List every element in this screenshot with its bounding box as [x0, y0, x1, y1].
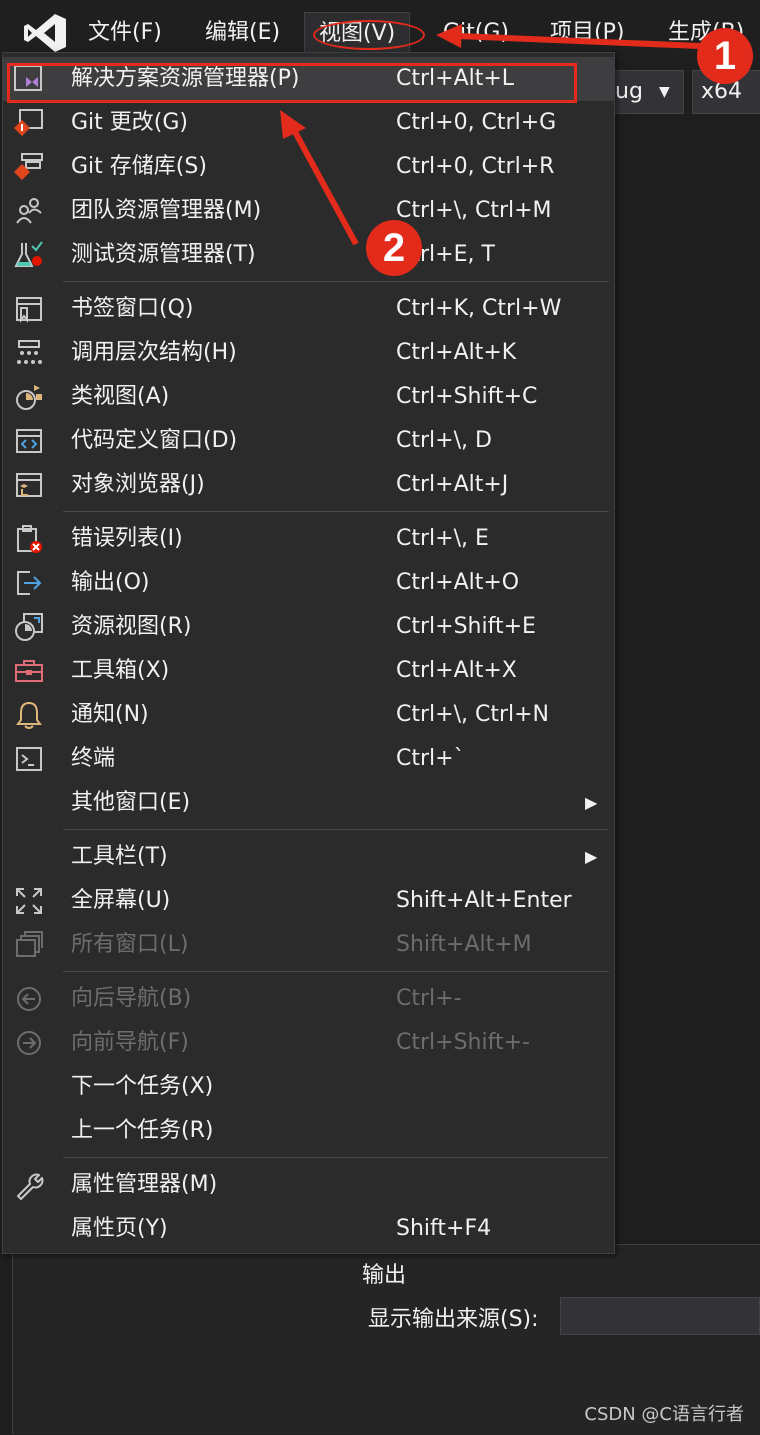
watermark: CSDN @C语言行者 [584, 1404, 744, 1425]
menu-item-property-manager[interactable]: 属性管理器(M) [3, 1163, 614, 1207]
menu-item-label: 工具栏(T) [71, 844, 168, 869]
wrench-icon [13, 1169, 45, 1201]
menu-item-label: 所有窗口(L) [71, 932, 189, 957]
menu-item-other-windows[interactable]: 其他窗口(E) ▶ [3, 781, 614, 825]
menu-item-code-definition[interactable]: 代码定义窗口(D) Ctrl+\, D [3, 419, 614, 463]
menu-item-property-pages[interactable]: 属性页(Y) Shift+F4 [3, 1207, 614, 1251]
object-browser-icon [13, 469, 45, 501]
step-badge-2: 2 [366, 220, 422, 276]
menu-item-shortcut: Ctrl+Alt+K [396, 340, 517, 365]
menu-item-label: 资源视图(R) [71, 614, 192, 639]
menu-separator [63, 971, 609, 972]
menu-item-label: 类视图(A) [71, 384, 170, 409]
menu-item-shortcut: Ctrl+Shift+C [396, 384, 538, 409]
menu-item-label: 全屏幕(U) [71, 888, 171, 913]
output-source-label: 显示输出来源(S): [368, 1307, 539, 1332]
call-hierarchy-icon [13, 337, 45, 369]
menu-item-shortcut: Shift+F4 [396, 1216, 492, 1241]
menu-item-full-screen[interactable]: 全屏幕(U) Shift+Alt+Enter [3, 879, 614, 923]
menu-item-shortcut: Ctrl+- [396, 986, 462, 1011]
arrow-to-view-menu [436, 24, 701, 49]
menu-item-label: 错误列表(I) [71, 526, 183, 551]
resource-view-icon [13, 611, 45, 643]
menu-item-label: 其他窗口(E) [71, 790, 191, 815]
menu-item-resource-view[interactable]: 资源视图(R) Ctrl+Shift+E [3, 605, 614, 649]
menu-item-shortcut: Ctrl+Alt+X [396, 658, 517, 683]
menu-item-shortcut: Ctrl+Alt+O [396, 570, 520, 595]
menu-item-label: 通知(N) [71, 702, 149, 727]
menu-item-toolbox[interactable]: 工具箱(X) Ctrl+Alt+X [3, 649, 614, 693]
error-list-icon [13, 523, 45, 555]
menu-item-navigate-back: 向后导航(B) Ctrl+- [3, 977, 614, 1021]
submenu-arrow-icon: ▶ [585, 793, 598, 812]
code-definition-icon [13, 425, 45, 457]
menu-item-class-view[interactable]: 类视图(A) Ctrl+Shift+C [3, 375, 614, 419]
step-badge-1: 1 [697, 28, 753, 84]
menu-item-shortcut: Ctrl+\, E [396, 526, 489, 551]
menu-separator [63, 829, 609, 830]
all-windows-icon [13, 929, 45, 961]
menu-item-shortcut: Shift+Alt+M [396, 932, 532, 957]
menu-item-shortcut: Ctrl+Shift+E [396, 614, 536, 639]
menu-item-shortcut: Ctrl+\, Ctrl+N [396, 702, 550, 727]
menu-separator [63, 1157, 609, 1158]
menu-item-label: 向前导航(F) [71, 1030, 189, 1055]
menu-item-label: 代码定义窗口(D) [71, 428, 238, 453]
menu-item-next-task[interactable]: 下一个任务(X) [3, 1065, 614, 1109]
menu-item-notifications[interactable]: 通知(N) Ctrl+\, Ctrl+N [3, 693, 614, 737]
menu-item-output[interactable]: 输出(O) Ctrl+Alt+O [3, 561, 614, 605]
menu-item-label: 向后导航(B) [71, 986, 192, 1011]
menu-item-call-hierarchy[interactable]: 调用层次结构(H) Ctrl+Alt+K [3, 331, 614, 375]
bell-icon [13, 699, 45, 731]
menu-item-object-browser[interactable]: 对象浏览器(J) Ctrl+Alt+J [3, 463, 614, 507]
navigate-back-icon [13, 983, 45, 1015]
menu-item-label: 属性管理器(M) [71, 1172, 218, 1197]
menu-item-shortcut: Ctrl+Shift+- [396, 1030, 530, 1055]
output-panel-title: 输出 [362, 1263, 407, 1288]
toolbox-icon [13, 655, 45, 687]
output-source-select[interactable] [560, 1297, 760, 1335]
menu-item-all-windows: 所有窗口(L) Shift+Alt+M [3, 923, 614, 967]
menu-item-label: 输出(O) [71, 570, 150, 595]
fullscreen-icon [13, 885, 45, 917]
menu-item-previous-task[interactable]: 上一个任务(R) [3, 1109, 614, 1153]
menu-item-toolbars[interactable]: 工具栏(T) ▶ [3, 835, 614, 879]
menu-separator [63, 511, 609, 512]
menu-item-shortcut: Ctrl+` [396, 746, 465, 771]
output-icon [13, 567, 45, 599]
menu-item-terminal[interactable]: 终端 Ctrl+` [3, 737, 614, 781]
menu-item-shortcut: Ctrl+\, D [396, 428, 492, 453]
menu-item-label: 上一个任务(R) [71, 1118, 214, 1143]
menu-item-label: 对象浏览器(J) [71, 472, 205, 497]
menu-item-shortcut: Ctrl+Alt+J [396, 472, 509, 497]
menu-item-label: 下一个任务(X) [71, 1074, 214, 1099]
class-view-icon [13, 381, 45, 413]
menu-item-label: 工具箱(X) [71, 658, 170, 683]
menu-item-error-list[interactable]: 错误列表(I) Ctrl+\, E [3, 517, 614, 561]
menu-item-label: 终端 [71, 746, 116, 771]
menu-item-label: 属性页(Y) [71, 1216, 168, 1241]
menu-item-shortcut: Shift+Alt+Enter [396, 888, 572, 913]
left-panel [12, 1254, 354, 1434]
arrow-to-solution-explorer [280, 110, 359, 246]
navigate-forward-icon [13, 1027, 45, 1059]
menu-item-label: 调用层次结构(H) [71, 340, 237, 365]
menu-item-navigate-forward: 向前导航(F) Ctrl+Shift+- [3, 1021, 614, 1065]
submenu-arrow-icon: ▶ [585, 847, 598, 866]
terminal-icon [13, 743, 45, 775]
